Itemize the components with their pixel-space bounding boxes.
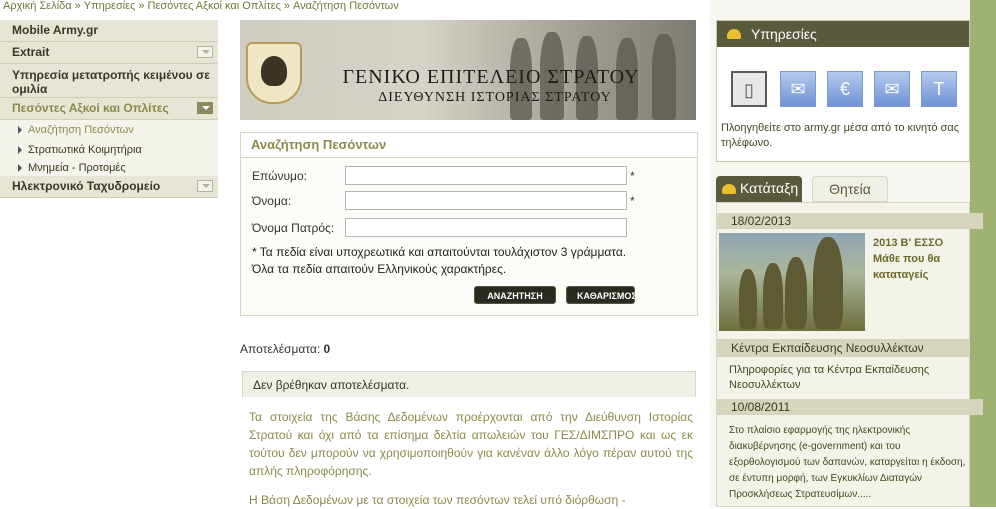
mobile-icon[interactable]: ▯ bbox=[731, 71, 767, 107]
sidebar-item-text-to-speech[interactable]: Υπηρεσία μετατροπής κειμένου σε ομιλία bbox=[0, 64, 218, 98]
sidebar-subitem-cemeteries[interactable]: Στρατιωτικά Κοιμητήρια bbox=[0, 140, 218, 160]
news-date: 18/02/2013 bbox=[717, 213, 983, 229]
no-results-box: Δεν βρέθηκαν αποτελέσματα. bbox=[242, 371, 696, 397]
sidebar-item-label: Υπηρεσία μετατροπής κειμένου σε ομιλία bbox=[12, 68, 210, 96]
sidebar-item-email[interactable]: Ηλεκτρονικό Ταχυδρομείο bbox=[0, 176, 218, 198]
sidebar-subitem-label: Στρατιωτικά Κοιμητήρια bbox=[28, 144, 142, 156]
euro-icon[interactable]: € bbox=[827, 71, 863, 107]
map-icon[interactable]: ✉ bbox=[780, 71, 816, 107]
services-description: Πλοηγηθείτε στο army.gr μέσα από το κινη… bbox=[721, 122, 960, 149]
surname-input[interactable] bbox=[345, 166, 627, 185]
results-number: 0 bbox=[323, 342, 331, 356]
search-button[interactable]: ΑΝΑΖΗΤΗΣΗ bbox=[474, 286, 556, 304]
clear-button[interactable]: ΚΑΘΑΡΙΣΜΟΣ bbox=[566, 286, 637, 304]
search-form: Αναζήτηση Πεσόντων Επώνυμο: * Όνομα: * Ό… bbox=[240, 132, 698, 316]
breadcrumb: Αρχική Σελίδα» Υπηρεσίες» Πεσόντες Αξκοί κ… bbox=[3, 0, 399, 12]
breadcrumb-services[interactable]: Υπηρεσίες bbox=[84, 0, 136, 12]
breadcrumb-separator: » bbox=[74, 0, 81, 12]
fathername-label: Όνομα Πατρός: bbox=[252, 221, 335, 235]
news-panel: 18/02/2013 2013 Β' ΕΣΣΟ Μάθε που θα κατα… bbox=[716, 202, 983, 507]
helmet-icon bbox=[722, 184, 736, 194]
tab-label: Κατάταξη bbox=[740, 180, 799, 196]
banner-subtitle: ΔΙΕΥΘΥΝΣΗ ΙΣΤΟΡΙΑΣ ΣΤΡΑΤΟΥ bbox=[378, 90, 612, 105]
sidebar-item-label: Extrait bbox=[12, 45, 50, 59]
page-edge-decoration bbox=[970, 0, 996, 507]
sidebar-subitem-label: Αναζήτηση Πεσόντων bbox=[28, 124, 134, 136]
sidebar-subitem-search-fallen[interactable]: Αναζήτηση Πεσόντων bbox=[0, 120, 218, 140]
services-header: Υπηρεσίες bbox=[717, 21, 969, 47]
breadcrumb-separator: » bbox=[138, 0, 145, 12]
news-photo[interactable] bbox=[719, 233, 865, 331]
sidebar-item-label: Ηλεκτρονικό Ταχυδρομείο bbox=[12, 179, 161, 193]
bullet-icon bbox=[18, 164, 22, 173]
no-results-message: Δεν βρέθηκαν αποτελέσματα. bbox=[253, 378, 410, 392]
tab-thiteia[interactable]: Θητεία bbox=[812, 176, 888, 202]
banner-title: ΓΕΝΙΚΟ ΕΠΙΤΕΛΕΙΟ ΣΤΡΑΤΟΥ bbox=[342, 66, 640, 88]
breadcrumb-separator: » bbox=[283, 0, 291, 12]
news-section-header: Κέντρα Εκπαίδευσης Νεοσυλλέκτων bbox=[717, 339, 969, 357]
results-count: Αποτελέσματα: 0 bbox=[240, 342, 330, 356]
fathername-input[interactable] bbox=[345, 218, 627, 237]
disclaimer-text: Τα στοιχεία της Βάσης Δεδομένων προέρχον… bbox=[249, 410, 693, 478]
required-marker: * bbox=[630, 169, 635, 183]
disclaimer-text-2: Η Βάση Δεδομένων με τα στοιχεία των πεσό… bbox=[249, 493, 626, 507]
breadcrumb-current: Αναζήτηση Πεσόντων bbox=[293, 0, 399, 12]
news-item-title[interactable]: 2013 Β' ΕΣΣΟ Μάθε που θα καταταγείς bbox=[873, 235, 969, 283]
bullet-icon bbox=[18, 126, 22, 135]
news-tabs: Κατάταξη Θητεία bbox=[716, 176, 970, 202]
mail-icon[interactable]: ✉ bbox=[874, 71, 910, 107]
tab-katataxi[interactable]: Κατάταξη bbox=[716, 176, 802, 202]
search-form-title: Αναζήτηση Πεσόντων bbox=[251, 137, 387, 152]
firstname-input[interactable] bbox=[345, 191, 627, 210]
sidebar-item-label: Πεσόντες Αξκοί και Οπλίτες bbox=[12, 101, 169, 115]
required-marker: * bbox=[630, 194, 635, 208]
services-box: Υπηρεσίες ▯ ✉ € ✉ T Πλοηγηθείτε στο army… bbox=[716, 20, 970, 162]
army-emblem-icon bbox=[246, 42, 302, 104]
text-to-speech-icon[interactable]: T bbox=[921, 71, 957, 107]
results-label: Αποτελέσματα: bbox=[240, 342, 321, 356]
bullet-icon bbox=[18, 146, 22, 155]
firstname-label: Όνομα: bbox=[252, 194, 292, 208]
news-date: 10/08/2011 bbox=[717, 399, 983, 415]
expand-toggle-icon[interactable] bbox=[197, 180, 213, 192]
news-section-text[interactable]: Πληροφορίες για τα Κέντρα Εκπαίδευσης Νε… bbox=[729, 363, 967, 393]
sidebar-item-mobile[interactable]: Mobile Army.gr bbox=[0, 20, 218, 42]
sidebar-menu: Mobile Army.gr Extrait Υπηρεσία μετατροπ… bbox=[0, 20, 218, 198]
services-title: Υπηρεσίες bbox=[751, 26, 817, 42]
required-note: * Τα πεδία είναι υποχρεωτικά και απαιτού… bbox=[252, 245, 627, 259]
expand-toggle-icon[interactable] bbox=[197, 46, 213, 58]
surname-label: Επώνυμο: bbox=[252, 169, 307, 183]
breadcrumb-fallen[interactable]: Πεσόντες Αξκοί και Οπλίτες bbox=[148, 0, 281, 12]
breadcrumb-home[interactable]: Αρχική Σελίδα bbox=[3, 0, 72, 12]
greek-chars-note: Όλα τα πεδία απαιτούν Ελληνικούς χαρακτή… bbox=[252, 262, 507, 276]
sidebar-item-fallen[interactable]: Πεσόντες Αξκοί και Οπλίτες bbox=[0, 98, 218, 120]
sidebar-item-extrait[interactable]: Extrait bbox=[0, 42, 218, 64]
sidebar-item-label: Mobile Army.gr bbox=[12, 23, 99, 37]
news-item-text[interactable]: Στο πλαίσιο εφαρμογής της ηλεκτρονικής δ… bbox=[729, 423, 967, 503]
tab-label: Θητεία bbox=[829, 181, 871, 197]
collapse-toggle-icon[interactable] bbox=[197, 102, 213, 114]
sidebar-subitem-label: Μνημεία - Προτομές bbox=[28, 162, 126, 174]
sidebar-subitem-monuments[interactable]: Μνημεία - Προτομές bbox=[0, 160, 218, 176]
search-form-header: Αναζήτηση Πεσόντων bbox=[241, 133, 697, 158]
helmet-icon bbox=[727, 29, 741, 39]
header-banner: ΓΕΝΙΚΟ ΕΠΙΤΕΛΕΙΟ ΣΤΡΑΤΟΥ ΔΙΕΥΘΥΝΣΗ ΙΣΤΟΡ… bbox=[240, 20, 696, 120]
